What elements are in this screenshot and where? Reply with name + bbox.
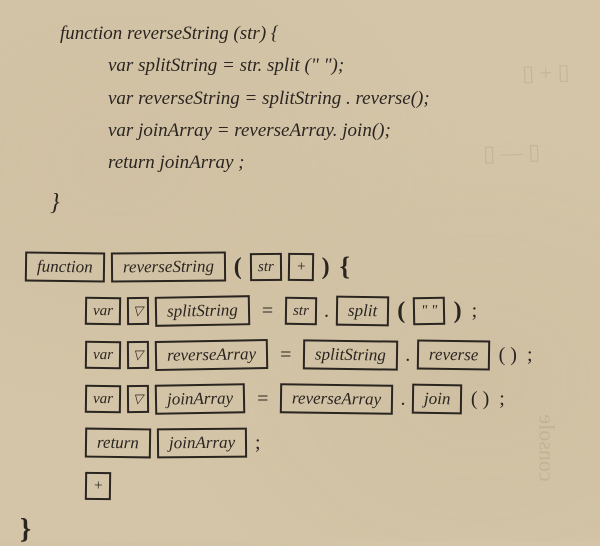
var-keyword-block[interactable]: var [85,341,121,369]
block-row-function: function reverseString ( str + ) { [25,252,580,282]
semicolon-symbol: ; [525,344,535,367]
block-row-var-splitstring: var ▽ splitString = str . split ( " " ) … [25,296,580,326]
lparen-symbol: ( [232,254,244,281]
arg-quote-block[interactable]: " " [413,297,446,326]
var-type-dropdown[interactable]: ▽ [127,341,149,369]
object-reversearray-block[interactable]: reverseArray [280,383,393,415]
method-reverse-block[interactable]: reverse [417,340,491,371]
object-splitstring-block[interactable]: splitString [303,340,398,371]
code-closing-brace: } [50,183,580,224]
var-type-dropdown[interactable]: ▽ [127,385,149,413]
dot-symbol: . [323,300,330,323]
dot-symbol: . [404,344,411,367]
object-str-block[interactable]: str [285,297,317,325]
method-join-block[interactable]: join [412,384,463,415]
block-row-var-joinarray: var ▽ joinArray = reverseArray . join ( … [25,384,580,414]
add-param-button[interactable]: + [287,253,314,281]
function-keyword-block[interactable]: function [25,252,105,283]
semicolon-symbol: ; [470,300,480,323]
equals-symbol: = [274,344,297,367]
block-closing-brace: } [20,514,580,546]
add-statement-button[interactable]: + [85,472,112,500]
lparen-symbol: ( [395,298,407,325]
block-row-add: + [25,472,580,500]
code-line-4: var joinArray = reverseArray. join(); [60,115,580,147]
varname-joinarray-block[interactable]: joinArray [155,383,246,415]
function-name-block[interactable]: reverseString [111,252,226,283]
block-editor-section: function reverseString ( str + ) { var ▽… [25,252,580,546]
equals-symbol: = [251,388,274,411]
empty-parens-symbol: ( ) [469,388,491,411]
semicolon-symbol: ; [497,388,507,411]
return-keyword-block[interactable]: return [85,428,151,459]
handwritten-code-section: function reverseString (str) { var split… [60,18,580,224]
method-split-block[interactable]: split [336,296,390,327]
empty-parens-symbol: ( ) [497,344,519,367]
code-line-2: var splitString = str. split (" "); [60,50,580,82]
var-keyword-block[interactable]: var [85,385,121,413]
rparen-symbol: ) [320,254,332,281]
code-line-1: function reverseString (str) { [60,18,580,50]
var-type-dropdown[interactable]: ▽ [127,297,149,325]
varname-splitstring-block[interactable]: splitString [155,295,250,327]
semicolon-symbol: ; [253,432,263,455]
block-row-var-reversearray: var ▽ reverseArray = splitString . rever… [25,340,580,370]
dot-symbol: . [399,388,406,411]
code-line-3: var reverseString = splitString . revers… [60,83,580,115]
param-block[interactable]: str [250,253,282,281]
equals-symbol: = [256,300,279,323]
block-row-return: return joinArray ; [25,428,580,458]
var-keyword-block[interactable]: var [85,297,121,325]
rparen-symbol: ) [452,298,464,325]
return-value-block[interactable]: joinArray [157,428,247,459]
varname-reversearray-block[interactable]: reverseArray [155,339,269,371]
code-line-5: return joinArray ; [60,147,580,179]
lbrace-symbol: { [338,252,352,282]
